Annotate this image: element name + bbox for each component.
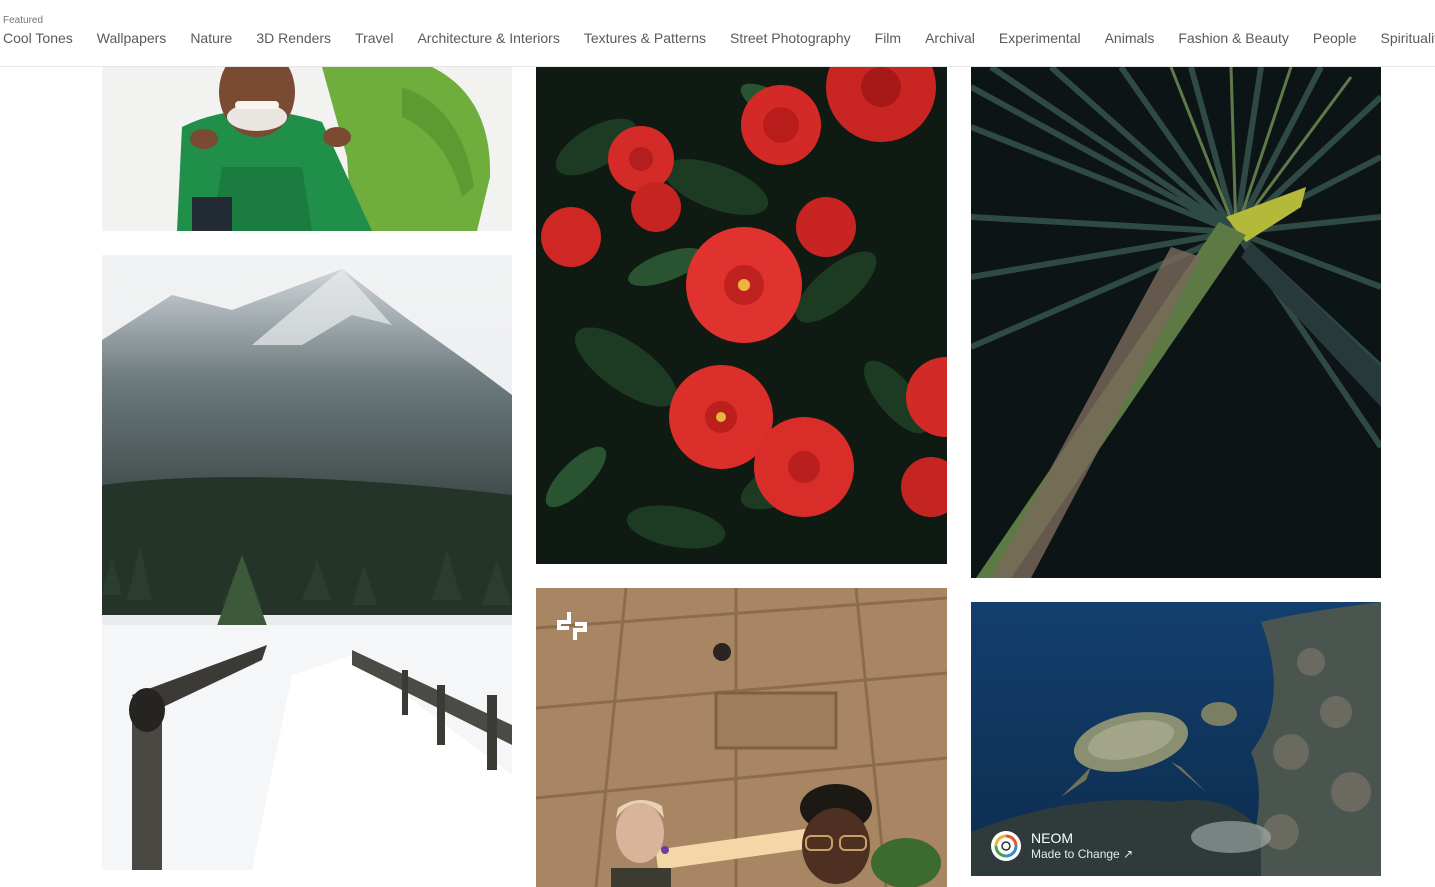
nav-item-archival[interactable]: Archival xyxy=(925,29,975,47)
photo-palm-frond[interactable] xyxy=(971,67,1381,578)
photo-snowy-mountain-bridge-image xyxy=(102,255,512,870)
nav-item-street-photography[interactable]: Street Photography xyxy=(730,29,851,47)
photo-people-green-jackets[interactable] xyxy=(102,67,512,231)
sponsor-tagline[interactable]: Made to Change ↗ xyxy=(1031,846,1133,862)
featured-label: Featured xyxy=(3,15,44,26)
sponsor-attribution[interactable]: NEOM Made to Change ↗ xyxy=(991,830,1133,862)
category-nav-items: Cool Tones Wallpapers Nature 3D Renders … xyxy=(3,29,1435,47)
photo-people-green-jackets-image xyxy=(102,67,512,231)
nav-item-film[interactable]: Film xyxy=(875,29,901,47)
photo-office-ceiling-people-image xyxy=(536,588,947,887)
photo-office-ceiling-people[interactable] xyxy=(536,588,947,887)
neom-logo-icon xyxy=(991,831,1021,861)
nav-item-travel[interactable]: Travel xyxy=(355,29,393,47)
photo-snowy-mountain-bridge[interactable] xyxy=(102,255,512,870)
nav-item-people[interactable]: People xyxy=(1313,29,1357,47)
nav-item-experimental[interactable]: Experimental xyxy=(999,29,1081,47)
nav-item-nature[interactable]: Nature xyxy=(190,29,232,47)
photo-sea-turtle-sponsored[interactable]: NEOM Made to Change ↗ xyxy=(971,602,1381,876)
nav-item-animals[interactable]: Animals xyxy=(1105,29,1155,47)
nav-item-cool-tones[interactable]: Cool Tones xyxy=(3,29,73,47)
photo-red-camellias-image xyxy=(536,67,947,564)
nav-item-fashion-beauty[interactable]: Fashion & Beauty xyxy=(1178,29,1289,47)
nav-item-spirituality[interactable]: Spirituality xyxy=(1380,29,1435,47)
photo-red-camellias[interactable] xyxy=(536,67,947,564)
photo-palm-frond-image xyxy=(971,67,1381,578)
category-nav: Featured Cool Tones Wallpapers Nature 3D… xyxy=(0,0,1435,67)
nav-item-wallpapers[interactable]: Wallpapers xyxy=(97,29,167,47)
nav-item-architecture-interiors[interactable]: Architecture & Interiors xyxy=(417,29,559,47)
nav-item-3d-renders[interactable]: 3D Renders xyxy=(256,29,331,47)
nav-item-textures-patterns[interactable]: Textures & Patterns xyxy=(584,29,706,47)
sponsor-text: NEOM Made to Change ↗ xyxy=(1031,830,1133,862)
unsplash-plus-icon xyxy=(556,610,588,642)
sponsor-name: NEOM xyxy=(1031,830,1073,846)
